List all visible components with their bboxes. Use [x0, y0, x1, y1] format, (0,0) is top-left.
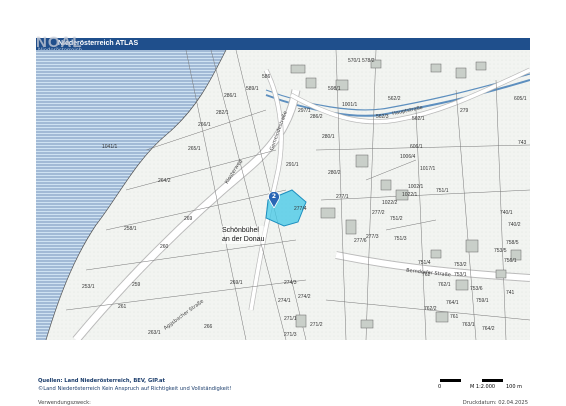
parcel-label: 286/1	[224, 93, 237, 99]
parcel-label: 1006/4	[400, 154, 416, 160]
parcel-label: 743	[518, 140, 527, 146]
parcel-label: 261	[118, 304, 127, 310]
parcel-label: 277/6	[354, 238, 367, 244]
copyright-text: ©Land Niederösterreich Kein Anspruch auf…	[38, 386, 232, 392]
parcel-label: 762/2	[424, 306, 437, 312]
parcel-label: 570/1	[348, 58, 361, 64]
parcel-label: 740/1	[500, 210, 513, 216]
parcel-label: 598/1	[328, 86, 341, 92]
marker-number: 2	[271, 193, 277, 200]
parcel-label: 751/2	[390, 216, 403, 222]
parcel-label: 751/1	[436, 188, 449, 194]
parcel-label: 606/1	[410, 144, 423, 150]
parcel-label: 291/1	[286, 162, 299, 168]
parcel-label: 589/1	[246, 86, 259, 92]
parcel-label: 277/4	[294, 206, 307, 212]
parcel-label: 759/1	[476, 298, 489, 304]
parcel-label: 586	[262, 74, 271, 80]
sources-text: Quellen: Land Niederösterreich, BEV, GIP…	[38, 378, 165, 384]
place-label-line2: an der Donau	[222, 236, 265, 243]
parcel-label: 274/3	[284, 280, 297, 286]
parcel-label: 266	[204, 324, 213, 330]
scale-bar-graphic	[440, 379, 524, 382]
print-date: Druckdatum: 02.04.2025	[462, 400, 528, 406]
parcel-label: 271/3	[284, 332, 297, 338]
parcel-label: 578/2	[362, 58, 375, 64]
parcel-label: 253/1	[82, 284, 95, 290]
parcel-label: 271/1	[284, 316, 297, 322]
parcel-label: 605/1	[514, 96, 527, 102]
parcel-label: 762/1	[438, 282, 451, 288]
parcel-label: 753/2	[454, 262, 467, 268]
parcel-label: 280/2	[328, 170, 341, 176]
parcel-label: 562/3	[376, 114, 389, 120]
parcel-label: 269	[184, 216, 193, 222]
location-marker[interactable]: 2	[268, 192, 280, 208]
parcel-label: 741	[506, 290, 515, 296]
parcel-label: 271/2	[310, 322, 323, 328]
parcel-label: 1022/2	[382, 200, 398, 206]
parcel-label: 274/2	[298, 294, 311, 300]
parcel-label: 1017/1	[420, 166, 436, 172]
parcel-label: 269/1	[230, 280, 243, 286]
parcel-label: 753/5	[494, 248, 507, 254]
parcel-label: 263/1	[148, 330, 161, 336]
parcel-label: 751/3	[394, 236, 407, 242]
parcel-label: 264/2	[158, 178, 171, 184]
parcel-label: 260	[160, 244, 169, 250]
parcel-label: 753/1	[454, 272, 467, 278]
parcel-label: 282/1	[216, 110, 229, 116]
parcel-label: 297/1	[298, 108, 311, 114]
scale-zero: 0	[438, 384, 442, 390]
parcel-label: 764/1	[446, 300, 459, 306]
parcel-label: 279	[460, 108, 469, 114]
parcel-label: 753/6	[470, 286, 483, 292]
atlas-header: Niederösterreich ATLAS	[36, 38, 530, 50]
parcel-label: 761	[450, 314, 459, 320]
cadastral-map[interactable]: 1041/1 282/1 280/1 286/1 279 277/1 277/2…	[36, 50, 530, 378]
parcel-label: 751/4	[418, 260, 431, 266]
parcel-label: 266/1	[198, 122, 211, 128]
scale-max: 100 m	[506, 384, 523, 390]
parcel-labels: 1041/1 282/1 280/1 286/1 279 277/1 277/2…	[36, 50, 530, 340]
parcel-label: 562/2	[388, 96, 401, 102]
parcel-label: 758/5	[506, 240, 519, 246]
parcel-label: 258/1	[124, 226, 137, 232]
parcel-label: 562/1	[412, 116, 425, 122]
place-label: Schönbühel an der Donau	[222, 226, 265, 244]
atlas-print-sheet: Niederösterreich ATLAS NOAL Niederösterr…	[36, 34, 530, 406]
parcel-label: 277/2	[372, 210, 385, 216]
parcel-label: 274/1	[278, 298, 291, 304]
scale-ratio: M 1:2.000	[470, 384, 496, 390]
parcel-label: 280/1	[322, 134, 335, 140]
parcel-label: 277/1	[336, 194, 349, 200]
parcel-label: 740/2	[508, 222, 521, 228]
parcel-label: 1041/1	[102, 144, 118, 150]
parcel-label: 764/2	[482, 326, 495, 332]
parcel-label: 756/1	[504, 258, 517, 264]
purpose-label: Verwendungszweck:	[38, 400, 91, 406]
scale-bar: 0 M 1:2.000 100 m	[436, 379, 528, 391]
parcel-label: 1022/1	[402, 192, 418, 198]
place-label-line1: Schönbühel	[222, 227, 259, 234]
parcel-label: 1001/1	[342, 102, 358, 108]
parcel-label: 259	[132, 282, 141, 288]
parcel-label: 763/1	[462, 322, 475, 328]
parcel-label: 277/3	[366, 234, 379, 240]
parcel-label: 265/1	[188, 146, 201, 152]
parcel-label: 1002/1	[408, 184, 424, 190]
parcel-label: 286/2	[310, 114, 323, 120]
